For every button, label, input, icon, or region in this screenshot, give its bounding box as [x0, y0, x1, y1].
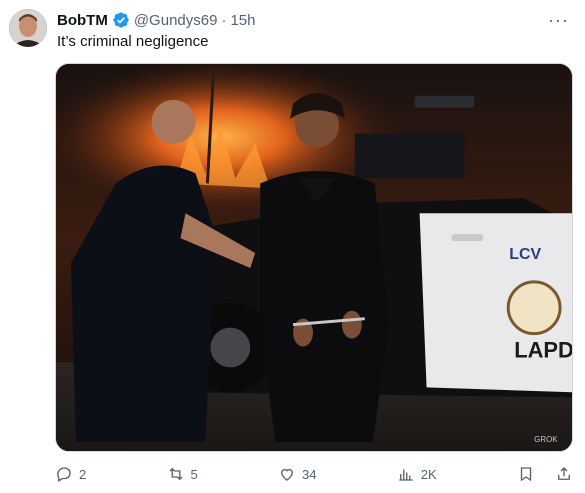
share-button[interactable]: [555, 465, 573, 483]
author-handle[interactable]: @Gundys69: [134, 12, 218, 29]
like-button[interactable]: 34: [278, 465, 317, 483]
more-icon[interactable]: ···: [548, 10, 569, 31]
author-name[interactable]: BobTM: [57, 12, 108, 29]
bookmark-icon: [520, 467, 532, 482]
separator-dot: ·: [221, 11, 227, 29]
repost-count: 5: [190, 466, 198, 482]
views-icon: [399, 469, 413, 481]
view-count: 2K: [420, 466, 437, 482]
like-count: 34: [302, 466, 317, 482]
verified-badge-icon: [113, 12, 129, 28]
views-button[interactable]: 2K: [397, 465, 437, 483]
vehicle-lapd-text: LAPD: [514, 337, 572, 362]
reply-button[interactable]: 2: [55, 465, 86, 483]
reply-icon: [57, 467, 71, 482]
avatar[interactable]: [9, 9, 47, 47]
heart-icon: [281, 468, 293, 481]
right-actions: [517, 465, 573, 483]
tweet-timestamp[interactable]: 15h: [230, 12, 255, 29]
avatar-image: [9, 9, 47, 47]
tweet-header: BobTM @Gundys69 · 15h: [57, 10, 255, 30]
tweet-actions-bar: 2 5 34 2K: [55, 462, 573, 486]
repost-button[interactable]: 5: [167, 465, 198, 483]
media-watermark: GROK: [534, 435, 558, 444]
tweet-media-image[interactable]: LAPD LCV GROK: [55, 63, 573, 452]
repost-icon: [169, 467, 182, 481]
reply-count: 2: [79, 466, 87, 482]
vehicle-badge-text: LCV: [509, 246, 541, 263]
media-illustration: LAPD LCV GROK: [56, 64, 572, 451]
bookmark-button[interactable]: [517, 465, 535, 483]
share-icon: [558, 467, 570, 480]
tweet-text: It’s criminal negligence: [57, 33, 209, 50]
